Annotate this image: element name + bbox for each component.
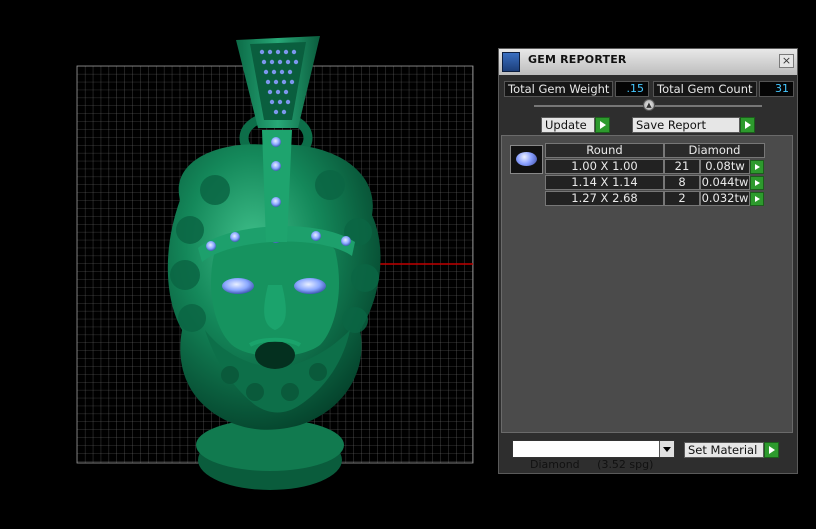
slider-handle-icon[interactable]: ▲ <box>643 99 655 111</box>
total-gem-count-value: 31 <box>759 81 794 97</box>
round-gem-icon[interactable] <box>510 145 543 174</box>
total-gem-weight-label: Total Gem Weight <box>504 81 613 97</box>
panel-title: GEM REPORTER <box>528 53 627 66</box>
set-material-play-icon[interactable] <box>764 442 779 458</box>
gem-reporter-panel: GEM REPORTER × Total Gem Weight .15 Tota… <box>498 48 798 474</box>
total-gem-count-label: Total Gem Count <box>653 81 757 97</box>
panel-titlebar[interactable]: GEM REPORTER × <box>499 49 797 75</box>
update-button[interactable]: Update <box>541 117 595 133</box>
total-gem-weight-value: .15 <box>615 81 649 97</box>
save-report-button[interactable]: Save Report <box>632 117 740 133</box>
material-select-value: Diamond (3.52 spg) <box>530 458 654 471</box>
table-row-size: 1.27 X 2.68 <box>545 191 664 206</box>
column-header-shape: Round <box>545 143 664 158</box>
chevron-down-icon[interactable] <box>659 441 674 457</box>
table-row-size: 1.00 X 1.00 <box>545 159 664 174</box>
table-row-count: 2 <box>664 191 700 206</box>
row-play-icon[interactable] <box>750 176 764 190</box>
table-row-weight: 0.032tw <box>700 191 750 206</box>
table-row-count: 8 <box>664 175 700 190</box>
save-report-play-icon[interactable] <box>740 117 755 133</box>
set-material-button[interactable]: Set Material <box>684 442 764 458</box>
row-play-icon[interactable] <box>750 192 764 206</box>
material-select[interactable]: Diamond (3.52 spg) <box>512 440 675 471</box>
table-row-count: 21 <box>664 159 700 174</box>
column-header-material: Diamond <box>664 143 765 158</box>
close-button[interactable]: × <box>779 54 794 68</box>
row-play-icon[interactable] <box>750 160 764 174</box>
table-row-weight: 0.044tw <box>700 175 750 190</box>
table-row-weight: 0.08tw <box>700 159 750 174</box>
update-play-icon[interactable] <box>595 117 610 133</box>
table-row-size: 1.14 X 1.14 <box>545 175 664 190</box>
gem-reporter-icon <box>502 52 520 72</box>
